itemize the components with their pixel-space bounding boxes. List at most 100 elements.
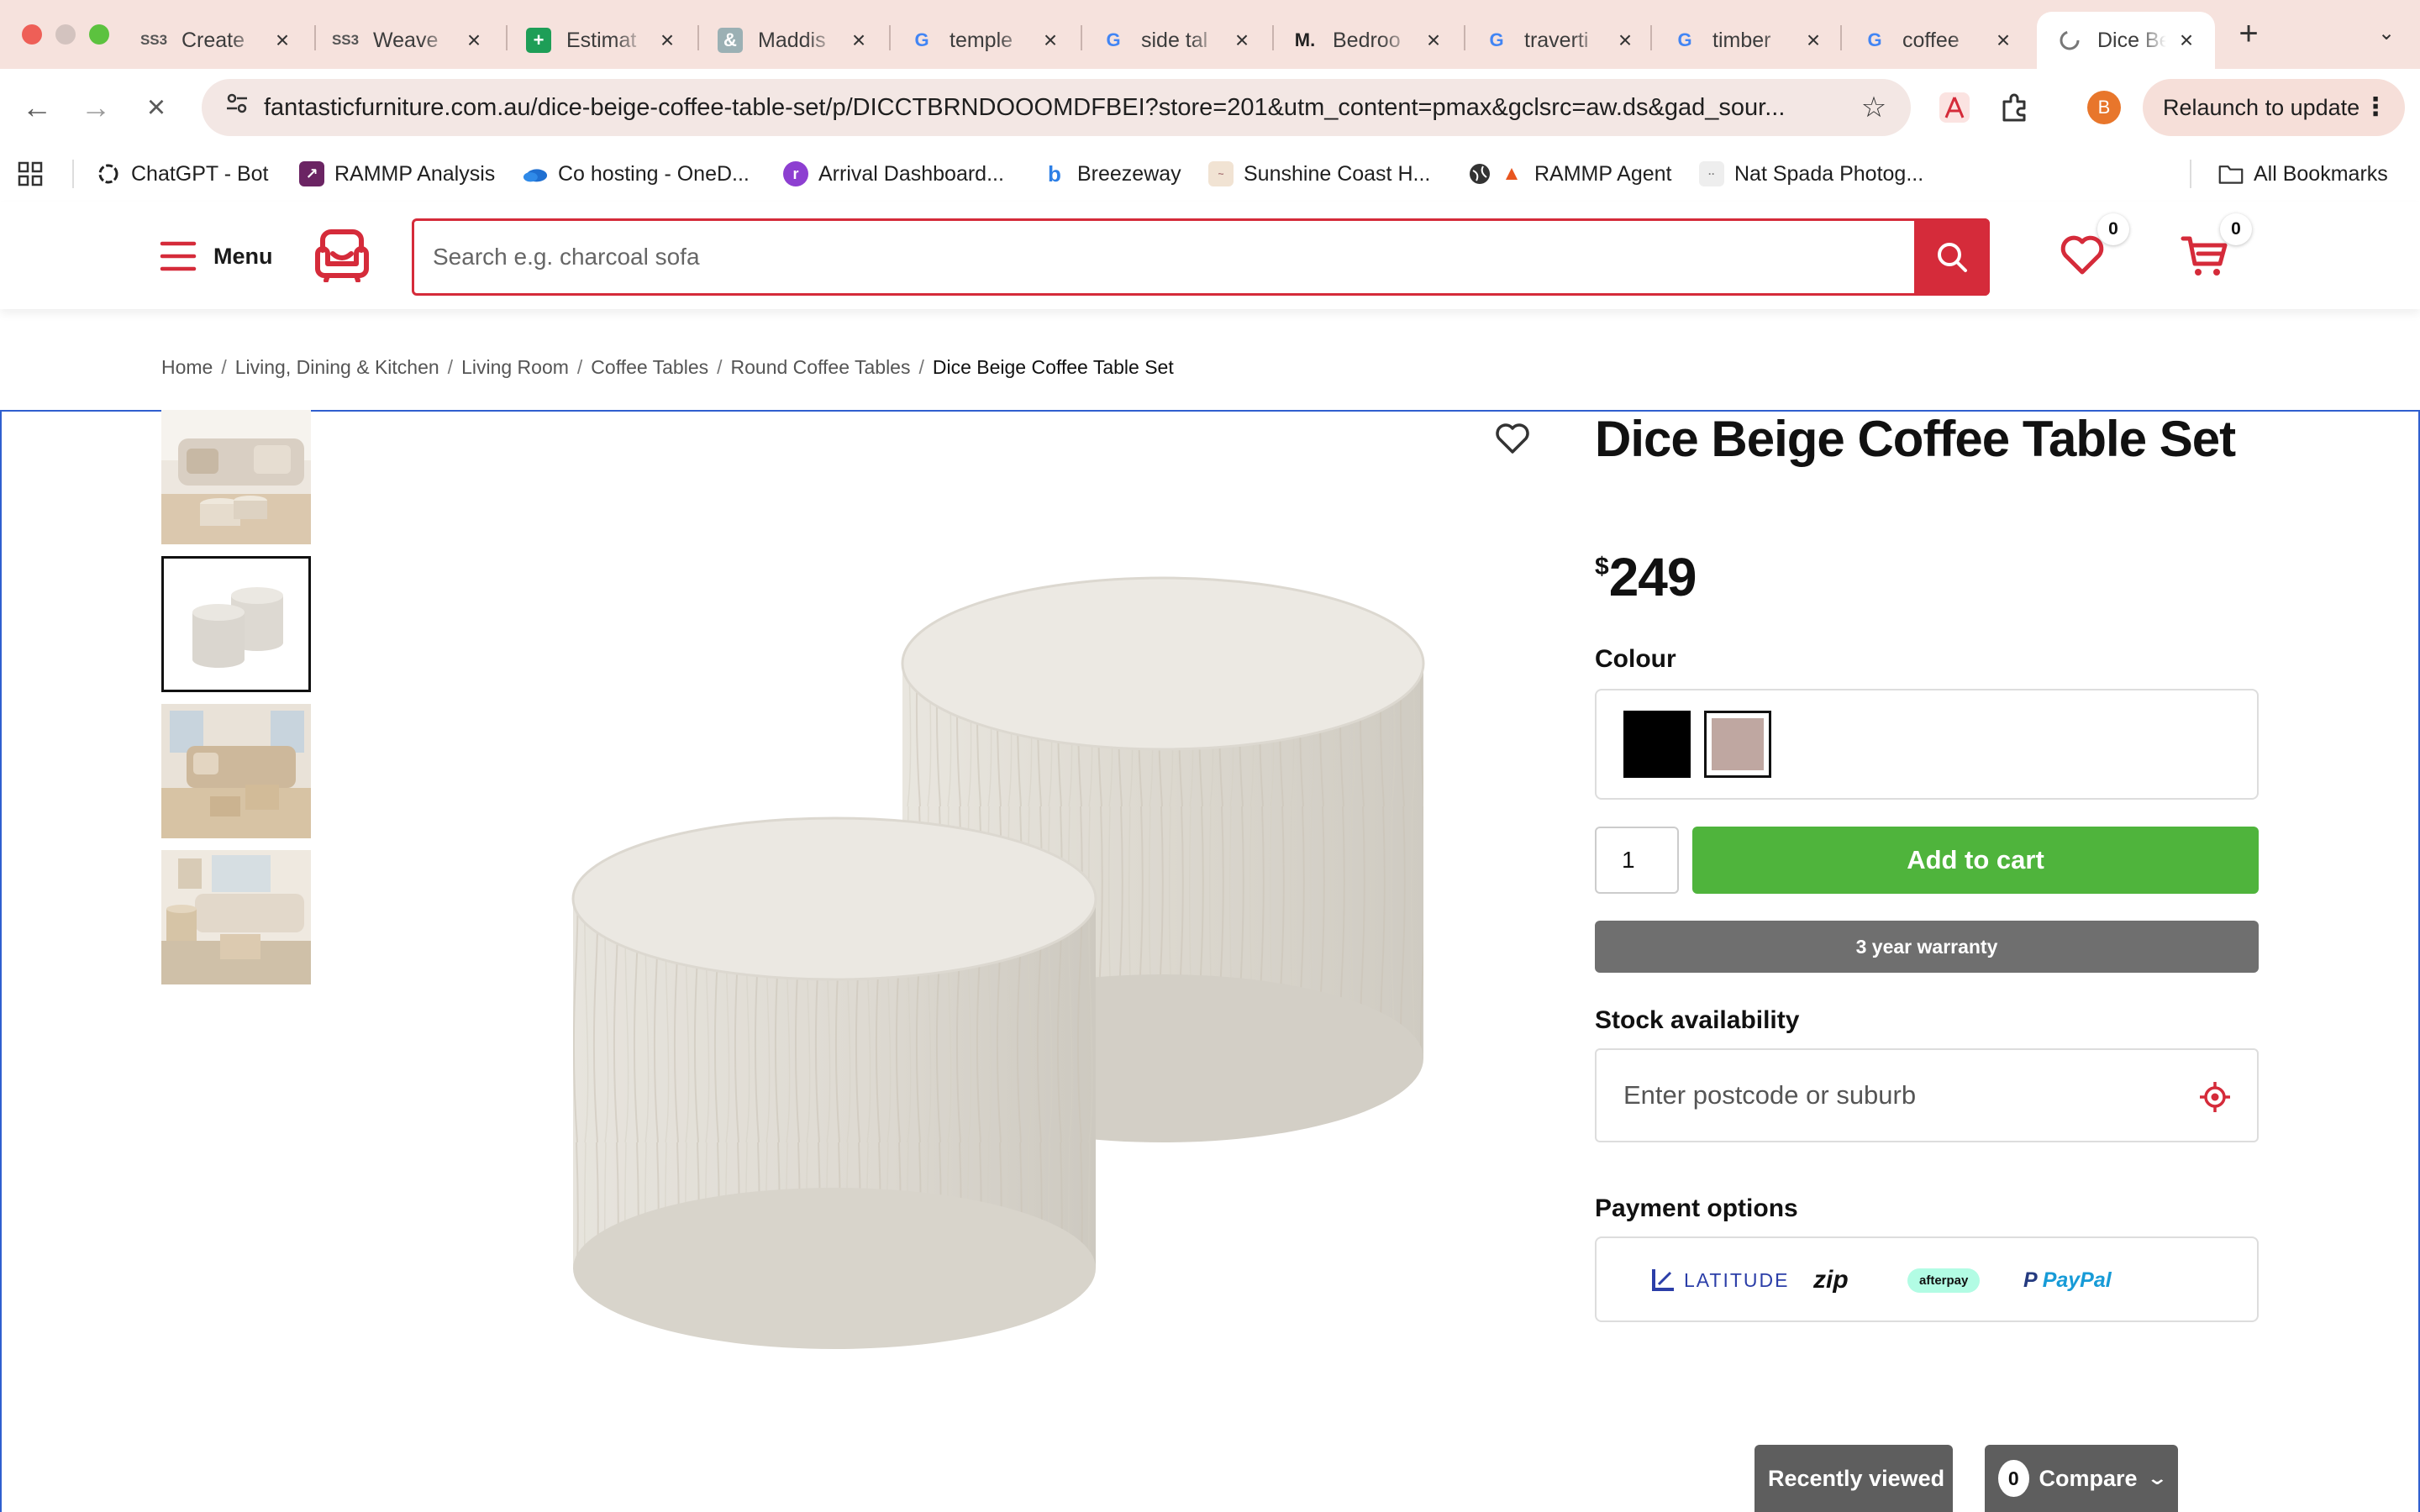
paypal-label: PayPal [2042, 1268, 2112, 1292]
stop-loading-button[interactable]: × [134, 86, 178, 129]
extensions-puzzle-icon[interactable] [1995, 87, 2035, 128]
close-icon[interactable]: × [1039, 27, 1062, 54]
search-icon [1938, 243, 1967, 272]
google-icon: G [1106, 29, 1121, 50]
menu-button[interactable]: Menu [160, 235, 273, 277]
bookmark-chatgpt[interactable]: ChatGPT - Bot [96, 146, 269, 202]
add-to-wishlist-button[interactable] [1484, 412, 1541, 465]
apps-grid-icon[interactable] [17, 146, 44, 202]
browser-tab[interactable]: SS3 Create × [121, 12, 311, 69]
product-thumbnail[interactable] [161, 850, 311, 984]
forward-button[interactable]: → [74, 86, 118, 129]
breadcrumb-link[interactable]: Coffee Tables [591, 356, 708, 378]
browser-tab[interactable]: G traverti × [1464, 12, 1654, 69]
latitude-logo[interactable]: LATITUDE [1650, 1263, 1789, 1297]
back-button[interactable]: ← [15, 86, 59, 129]
afterpay-label: afterpay [1907, 1268, 1981, 1293]
bookmark-sunshine-coast[interactable]: ~ Sunshine Coast H... [1208, 146, 1430, 202]
tab-title: Weave [373, 28, 439, 52]
breadcrumb-link[interactable]: Home [161, 356, 213, 378]
bookmark-rammp-agent[interactable]: ▲ RAMMP Agent [1467, 146, 1672, 202]
compare-label: Compare [2039, 1465, 2138, 1491]
search-button[interactable] [1914, 218, 1990, 296]
browser-tab-active[interactable]: Dice Be × [2037, 12, 2215, 69]
search-input[interactable] [433, 221, 1861, 293]
bookmark-arrival-dashboard[interactable]: r Arrival Dashboard... [783, 146, 1004, 202]
ampersand-icon: & [718, 28, 743, 53]
address-bar[interactable]: fantasticfurniture.com.au/dice-beige-cof… [202, 79, 1911, 136]
window-close-button[interactable] [22, 24, 42, 45]
rammp-icon: ↗ [299, 161, 324, 186]
recently-viewed-label: Recently viewed [1768, 1465, 1945, 1491]
browser-tab[interactable]: + Estimat × [506, 12, 696, 69]
compare-button[interactable]: 0 Compare ⌄ [1985, 1445, 2178, 1512]
close-icon[interactable]: × [655, 27, 679, 54]
browser-tab[interactable]: G temple × [889, 12, 1079, 69]
product-thumbnail[interactable] [161, 410, 311, 544]
browser-tab[interactable]: G timber × [1652, 12, 1842, 69]
bookmark-label: Co hosting - OneD... [558, 161, 750, 186]
close-icon[interactable]: × [847, 27, 871, 54]
fantastic-furniture-logo-icon[interactable] [313, 228, 371, 283]
new-tab-button[interactable]: + [2230, 15, 2267, 52]
more-vertical-icon[interactable]: ⋮ [2363, 79, 2388, 136]
cart-icon [2181, 236, 2228, 276]
breadcrumb-link[interactable]: Living Room [461, 356, 569, 378]
onedrive-icon [523, 161, 548, 186]
paypal-logo[interactable]: P PayPal [2023, 1263, 2112, 1297]
bookmark-co-hosting[interactable]: Co hosting - OneD... [523, 146, 750, 202]
close-icon[interactable]: × [462, 27, 486, 54]
bookmark-star-icon[interactable]: ☆ [1855, 89, 1892, 126]
colour-swatch-black[interactable] [1623, 711, 1691, 778]
close-icon[interactable]: × [1422, 27, 1445, 54]
url-text[interactable]: fantasticfurniture.com.au/dice-beige-cof… [264, 79, 1844, 136]
browser-tab[interactable]: G side tal × [1081, 12, 1270, 69]
close-icon[interactable]: × [1613, 27, 1637, 54]
stock-availability-heading: Stock availability [1595, 1006, 1800, 1034]
price-amount: 249 [1608, 547, 1697, 607]
profile-initial: B [2087, 91, 2121, 124]
browser-tab[interactable]: SS3 Weave × [313, 12, 502, 69]
cart-button[interactable] [2180, 234, 2230, 281]
all-bookmarks-button[interactable]: All Bookmarks [2218, 146, 2388, 202]
globe-icon [1467, 161, 1492, 186]
tab-title: Bedroo [1333, 28, 1401, 52]
product-thumbnail[interactable] [161, 704, 311, 838]
product-main-image[interactable] [471, 470, 1479, 1428]
quantity-input[interactable]: 1 [1595, 827, 1679, 894]
breadcrumb-link[interactable]: Round Coffee Tables [731, 356, 911, 378]
bookmark-rammp-analysis[interactable]: ↗ RAMMP Analysis [299, 146, 495, 202]
close-icon[interactable]: × [1802, 27, 1825, 54]
product-thumbnail-selected[interactable] [161, 556, 311, 692]
close-icon[interactable]: × [1991, 27, 2015, 54]
extension-acrobat-icon[interactable] [1934, 87, 1975, 128]
close-icon[interactable]: × [1230, 27, 1254, 54]
browser-tab[interactable]: G coffee × [1842, 12, 2032, 69]
folder-icon [2218, 161, 2244, 186]
afterpay-logo[interactable]: afterpay [1907, 1263, 1981, 1297]
warranty-banner[interactable]: 3 year warranty [1595, 921, 2259, 973]
site-header: Menu 0 0 [0, 202, 2420, 309]
chatgpt-icon [96, 161, 121, 186]
window-zoom-button[interactable] [89, 24, 109, 45]
close-icon[interactable]: × [2175, 27, 2198, 54]
arrival-icon: r [783, 161, 808, 186]
postcode-input[interactable] [1623, 1050, 2195, 1141]
breadcrumb-link[interactable]: Living, Dining & Kitchen [235, 356, 439, 378]
bookmark-nat-spada[interactable]: ·· Nat Spada Photog... [1699, 146, 1923, 202]
browser-tab[interactable]: & Maddis × [697, 12, 887, 69]
browser-tab[interactable]: M. Bedroo × [1272, 12, 1462, 69]
profile-avatar[interactable]: B [2084, 87, 2124, 128]
close-icon[interactable]: × [271, 27, 294, 54]
recently-viewed-button[interactable]: Recently viewed ⌄ [1754, 1445, 1975, 1512]
colour-swatch-beige[interactable] [1704, 711, 1771, 778]
site-info-icon[interactable] [220, 91, 254, 124]
window-minimize-button[interactable] [55, 24, 76, 45]
tab-search-chevron-icon[interactable]: ⌄ [2368, 15, 2405, 52]
relaunch-to-update-button[interactable]: Relaunch to update ⋮ [2143, 79, 2405, 136]
sunshine-icon: ~ [1208, 161, 1234, 186]
bookmark-breezeway[interactable]: b Breezeway [1042, 146, 1181, 202]
add-to-cart-button[interactable]: Add to cart [1692, 827, 2259, 894]
locate-me-icon[interactable] [2198, 1080, 2232, 1114]
zip-logo[interactable]: zip [1813, 1263, 1849, 1297]
